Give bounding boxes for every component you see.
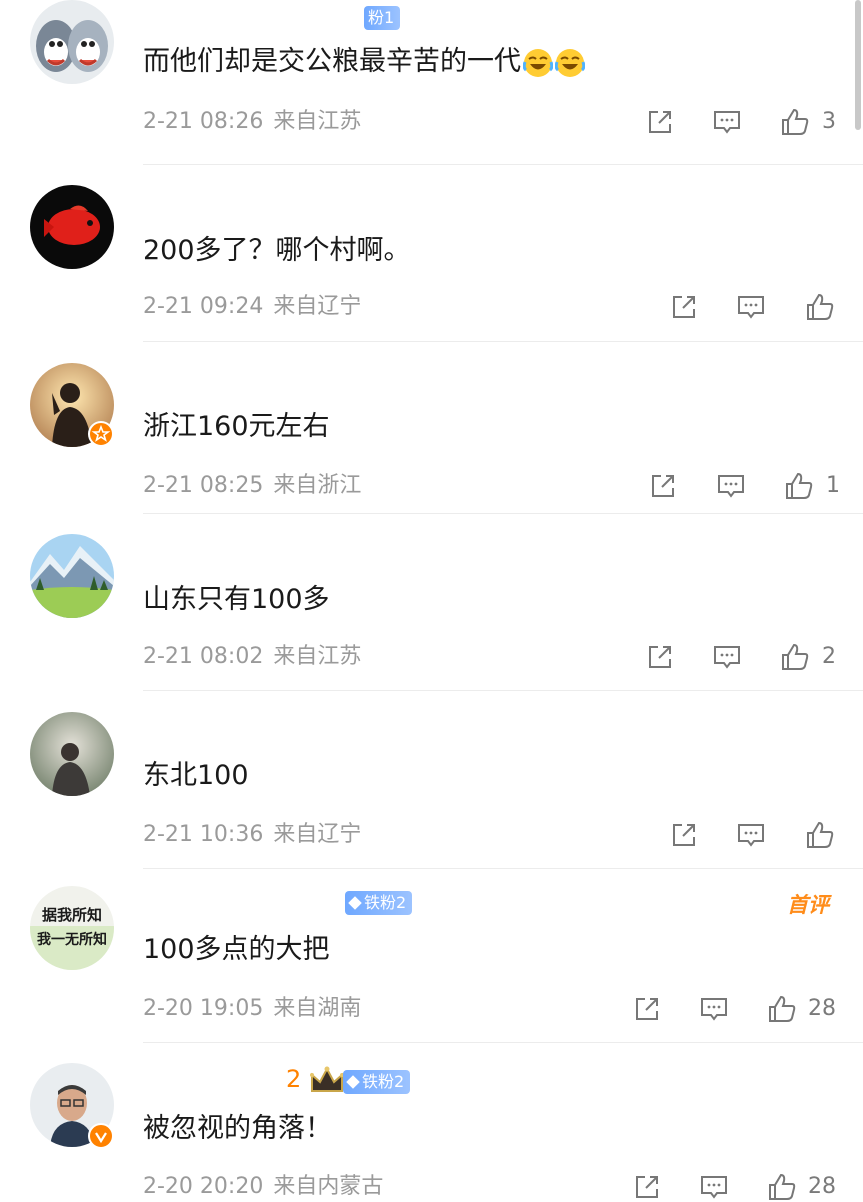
comment-meta: 2-21 08:02 来自江苏 (143, 642, 361, 672)
comment-location: 来自湖南 (273, 996, 362, 1021)
comment-text: 浙江160元左右 (143, 411, 330, 442)
like-icon[interactable] (780, 642, 810, 672)
comment-item: 粉1 而他们却是交公粮最辛苦的一代 2-21 08:26 来自江苏 3 (0, 0, 863, 165)
comment-meta: 2-21 09:24 来自辽宁 (143, 292, 361, 322)
comment-date: 2-21 08:26 (143, 109, 264, 134)
avatar[interactable] (30, 712, 114, 796)
diamond-icon (346, 1075, 360, 1089)
like-icon[interactable] (780, 107, 810, 137)
comment-location: 来自浙江 (273, 473, 362, 498)
comment-text: 山东只有100多 (143, 584, 330, 615)
avatar[interactable] (30, 185, 114, 269)
comment-meta: 2-21 08:26 来自江苏 (143, 107, 361, 137)
like-icon[interactable] (784, 471, 814, 501)
comment-location: 来自内蒙古 (273, 1174, 384, 1199)
avatar[interactable] (30, 534, 114, 618)
comment-icon[interactable] (699, 994, 729, 1024)
verified-badge-icon (88, 1123, 114, 1149)
comment-date: 2-21 08:02 (143, 644, 264, 669)
comment-date: 2-21 09:24 (143, 294, 264, 319)
diamond-icon (348, 896, 362, 910)
comment-icon[interactable] (736, 292, 766, 322)
comment-location: 来自辽宁 (273, 822, 362, 847)
crown-icon (310, 1066, 344, 1092)
fan-badge: 粉1 (364, 6, 401, 30)
comment-date: 2-20 20:20 (143, 1174, 264, 1199)
comment-text: 而他们却是交公粮最辛苦的一代 (143, 44, 585, 80)
like-count: 28 (808, 1174, 836, 1199)
laugh-cry-emoji (555, 48, 585, 77)
comment-meta: 2-20 20:20 来自内蒙古 (143, 1172, 383, 1202)
like-icon[interactable] (805, 820, 835, 850)
fan-badge: 铁粉2 (345, 891, 413, 915)
share-icon[interactable] (669, 292, 699, 322)
comment-icon[interactable] (716, 471, 746, 501)
comment-meta: 2-21 08:25 来自浙江 (143, 471, 361, 501)
like-count: 3 (822, 109, 836, 134)
comment-text: 被忽视的角落！ (143, 1113, 332, 1144)
comment-feed: 粉1 而他们却是交公粮最辛苦的一代 2-21 08:26 来自江苏 3 200多了… (0, 0, 863, 1200)
like-count: 28 (808, 996, 836, 1021)
verified-badge-icon (88, 421, 114, 447)
like-count: 2 (822, 644, 836, 669)
avatar-text-top: 据我所知 (42, 906, 102, 924)
comment-icon[interactable] (712, 107, 742, 137)
comment-meta: 2-21 10:36 来自辽宁 (143, 820, 361, 850)
comment-text: 200多了？哪个村啊。 (143, 235, 411, 266)
share-icon[interactable] (645, 642, 675, 672)
laugh-cry-emoji (523, 48, 553, 77)
share-icon[interactable] (669, 820, 699, 850)
comment-item: 东北100 2-21 10:36 来自辽宁 (0, 691, 863, 869)
comment-location: 来自江苏 (273, 109, 362, 134)
comment-item: 据我所知 我一无所知 铁粉2 首评 100多点的大把 2-20 19:05 来自湖… (0, 869, 863, 1043)
avatar[interactable]: 据我所知 我一无所知 (30, 886, 114, 970)
username-number: 2 (286, 1065, 302, 1093)
comment-date: 2-21 08:25 (143, 473, 264, 498)
comment-meta: 2-20 19:05 来自湖南 (143, 994, 361, 1024)
scrollbar[interactable] (855, 0, 861, 130)
like-icon[interactable] (767, 1172, 797, 1202)
comment-icon[interactable] (699, 1172, 729, 1202)
comment-date: 2-21 10:36 (143, 822, 264, 847)
first-comment-tag: 首评 (787, 893, 829, 917)
share-icon[interactable] (632, 1172, 662, 1202)
like-icon[interactable] (767, 994, 797, 1024)
comment-location: 来自辽宁 (273, 294, 362, 319)
comment-item: 200多了？哪个村啊。 2-21 09:24 来自辽宁 (0, 165, 863, 342)
comment-icon[interactable] (736, 820, 766, 850)
comment-location: 来自江苏 (273, 644, 362, 669)
share-icon[interactable] (648, 471, 678, 501)
comment-text: 东北100 (143, 760, 249, 791)
avatar-text-bottom: 我一无所知 (37, 931, 107, 948)
comment-text: 100多点的大把 (143, 934, 330, 965)
comment-item: 浙江160元左右 2-21 08:25 来自浙江 1 (0, 342, 863, 514)
comment-item: 山东只有100多 2-21 08:02 来自江苏 2 (0, 514, 863, 691)
comment-item: 2 铁粉2 被忽视的角落！ 2-20 20:20 来自内蒙古 28 (0, 1043, 863, 1200)
fan-badge: 铁粉2 (343, 1070, 411, 1094)
comment-icon[interactable] (712, 642, 742, 672)
avatar[interactable] (30, 0, 114, 84)
share-icon[interactable] (645, 107, 675, 137)
comment-date: 2-20 19:05 (143, 996, 264, 1021)
like-count: 1 (826, 473, 840, 498)
share-icon[interactable] (632, 994, 662, 1024)
like-icon[interactable] (805, 292, 835, 322)
